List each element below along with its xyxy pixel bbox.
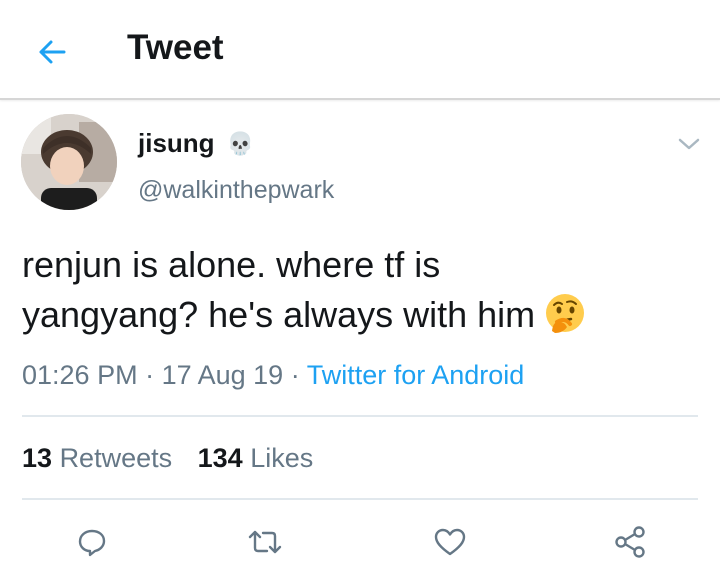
likes-count: 134 xyxy=(197,443,243,473)
tweet-text-line: yangyang? he's always with him xyxy=(22,290,702,340)
tweet-text-line: renjun is alone. where tf is xyxy=(22,244,441,285)
tweet-time: 01:26 PM xyxy=(22,360,138,390)
likes-label: Likes xyxy=(250,443,314,473)
retweets-stat[interactable]: 13 Retweets xyxy=(22,443,172,473)
retweet-icon xyxy=(248,530,282,554)
meta-separator: · xyxy=(283,360,307,390)
tweet-text: renjun is alone. where tf is yangyang? h… xyxy=(22,240,702,340)
divider xyxy=(22,498,698,500)
avatar-image xyxy=(21,114,117,210)
tweet-date: 17 Aug 19 xyxy=(161,360,284,390)
action-bar xyxy=(0,518,720,566)
reply-button[interactable] xyxy=(72,522,112,562)
share-icon xyxy=(615,526,645,558)
author-name-row[interactable]: jisung 💀 xyxy=(138,128,254,159)
page-title: Tweet xyxy=(127,28,224,67)
author-handle[interactable]: @walkinthepwark xyxy=(138,176,334,205)
tweet-source-link[interactable]: Twitter for Android xyxy=(307,360,525,390)
chevron-down-icon xyxy=(678,138,700,150)
divider xyxy=(22,415,698,417)
tweet-meta: 01:26 PM · 17 Aug 19 · Twitter for Andro… xyxy=(22,360,524,391)
likes-stat[interactable]: 134 Likes xyxy=(198,443,314,473)
avatar[interactable] xyxy=(21,114,117,210)
share-button[interactable] xyxy=(610,522,650,562)
like-button[interactable] xyxy=(430,522,470,562)
back-button[interactable] xyxy=(32,32,72,72)
reply-icon xyxy=(78,529,106,557)
author-name[interactable]: jisung xyxy=(138,128,215,159)
tweet-stats: 13 Retweets 134 Likes xyxy=(22,443,331,474)
arrow-left-icon xyxy=(39,40,66,64)
retweet-button[interactable] xyxy=(245,522,285,562)
like-icon xyxy=(434,528,466,556)
thinking-face-icon xyxy=(546,294,585,333)
retweets-label: Retweets xyxy=(59,443,173,473)
meta-separator: · xyxy=(137,360,162,390)
tweet-text-span: yangyang? he's always with him xyxy=(22,294,536,335)
retweets-count: 13 xyxy=(22,443,53,473)
top-bar: Tweet xyxy=(0,0,720,100)
more-options-button[interactable] xyxy=(676,133,702,155)
skull-icon: 💀 xyxy=(226,130,254,156)
